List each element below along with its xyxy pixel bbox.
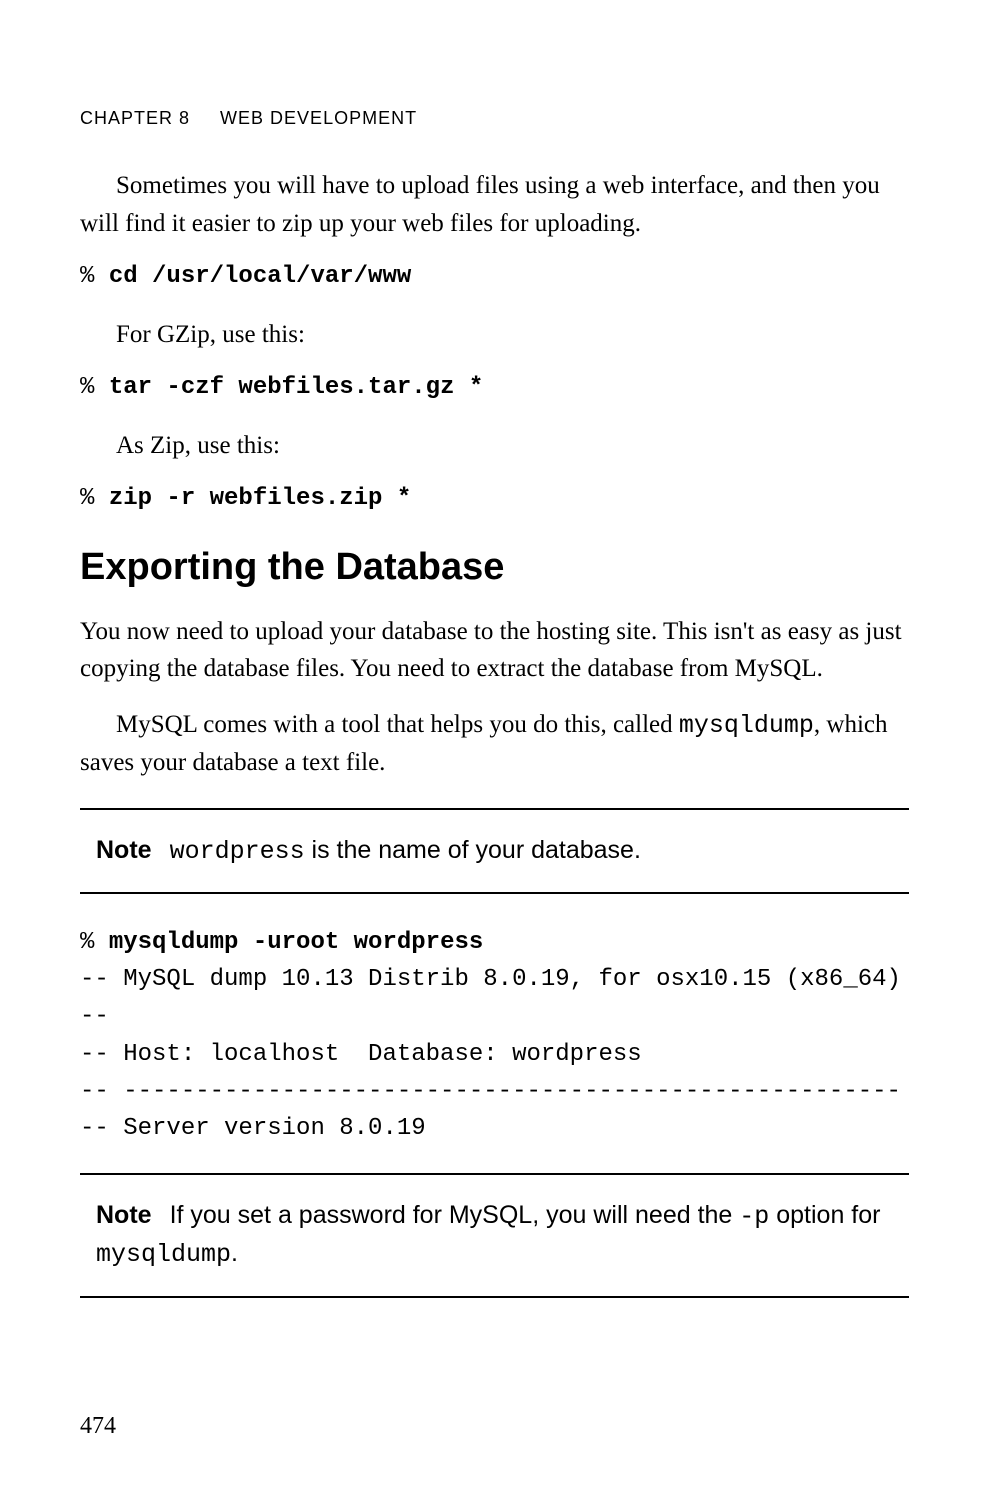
body-paragraph: You now need to upload your database to … bbox=[80, 613, 909, 688]
note-box: Note wordpress is the name of your databa… bbox=[80, 808, 909, 894]
note-label: Note bbox=[96, 1201, 152, 1229]
chapter-title: WEB DEVELOPMENT bbox=[220, 108, 417, 128]
inline-code: mysqldump bbox=[96, 1240, 231, 1269]
command-text: zip -r webfiles.zip * bbox=[109, 485, 411, 512]
note-text: is the name of your database. bbox=[305, 836, 641, 864]
command-line: % tar -czf webfiles.tar.gz * bbox=[80, 371, 909, 405]
shell-prompt: % bbox=[80, 929, 109, 956]
section-heading: Exporting the Database bbox=[80, 546, 909, 589]
code-line: -- MySQL dump 10.13 Distrib 8.0.19, for … bbox=[80, 966, 901, 993]
note-text: . bbox=[231, 1239, 238, 1267]
command-text: cd /usr/local/var/www bbox=[109, 263, 411, 290]
code-line: -- Server version 8.0.19 bbox=[80, 1115, 426, 1142]
inline-code: mysqldump bbox=[679, 711, 814, 740]
code-block: % mysqldump -uroot wordpress -- MySQL du… bbox=[80, 924, 909, 1147]
running-header: CHAPTER 8 WEB DEVELOPMENT bbox=[80, 108, 909, 129]
body-paragraph: Sometimes you will have to upload files … bbox=[80, 167, 909, 242]
command-text: tar -czf webfiles.tar.gz * bbox=[109, 374, 483, 401]
body-paragraph: As Zip, use this: bbox=[80, 427, 909, 465]
inline-code: wordpress bbox=[170, 837, 305, 866]
code-line: -- Host: localhost Database: wordpress bbox=[80, 1041, 642, 1068]
body-paragraph: MySQL comes with a tool that helps you d… bbox=[80, 706, 909, 782]
note-box: Note If you set a password for MySQL, you… bbox=[80, 1173, 909, 1298]
code-line: -- bbox=[80, 1003, 109, 1030]
command-text: mysqldump -uroot wordpress bbox=[109, 929, 483, 956]
body-paragraph: For GZip, use this: bbox=[80, 316, 909, 354]
chapter-label: CHAPTER 8 bbox=[80, 108, 190, 128]
shell-prompt: % bbox=[80, 485, 109, 512]
page-number: 474 bbox=[80, 1413, 116, 1440]
code-line: -- -------------------------------------… bbox=[80, 1078, 901, 1105]
note-label: Note bbox=[96, 836, 152, 864]
command-line: % cd /usr/local/var/www bbox=[80, 260, 909, 294]
inline-code: -p bbox=[739, 1202, 769, 1231]
note-text: If you set a password for MySQL, you wil… bbox=[170, 1201, 740, 1229]
shell-prompt: % bbox=[80, 263, 109, 290]
command-line: % zip -r webfiles.zip * bbox=[80, 482, 909, 516]
note-text: option for bbox=[769, 1201, 880, 1229]
text-run: MySQL comes with a tool that helps you d… bbox=[116, 711, 679, 738]
shell-prompt: % bbox=[80, 374, 109, 401]
